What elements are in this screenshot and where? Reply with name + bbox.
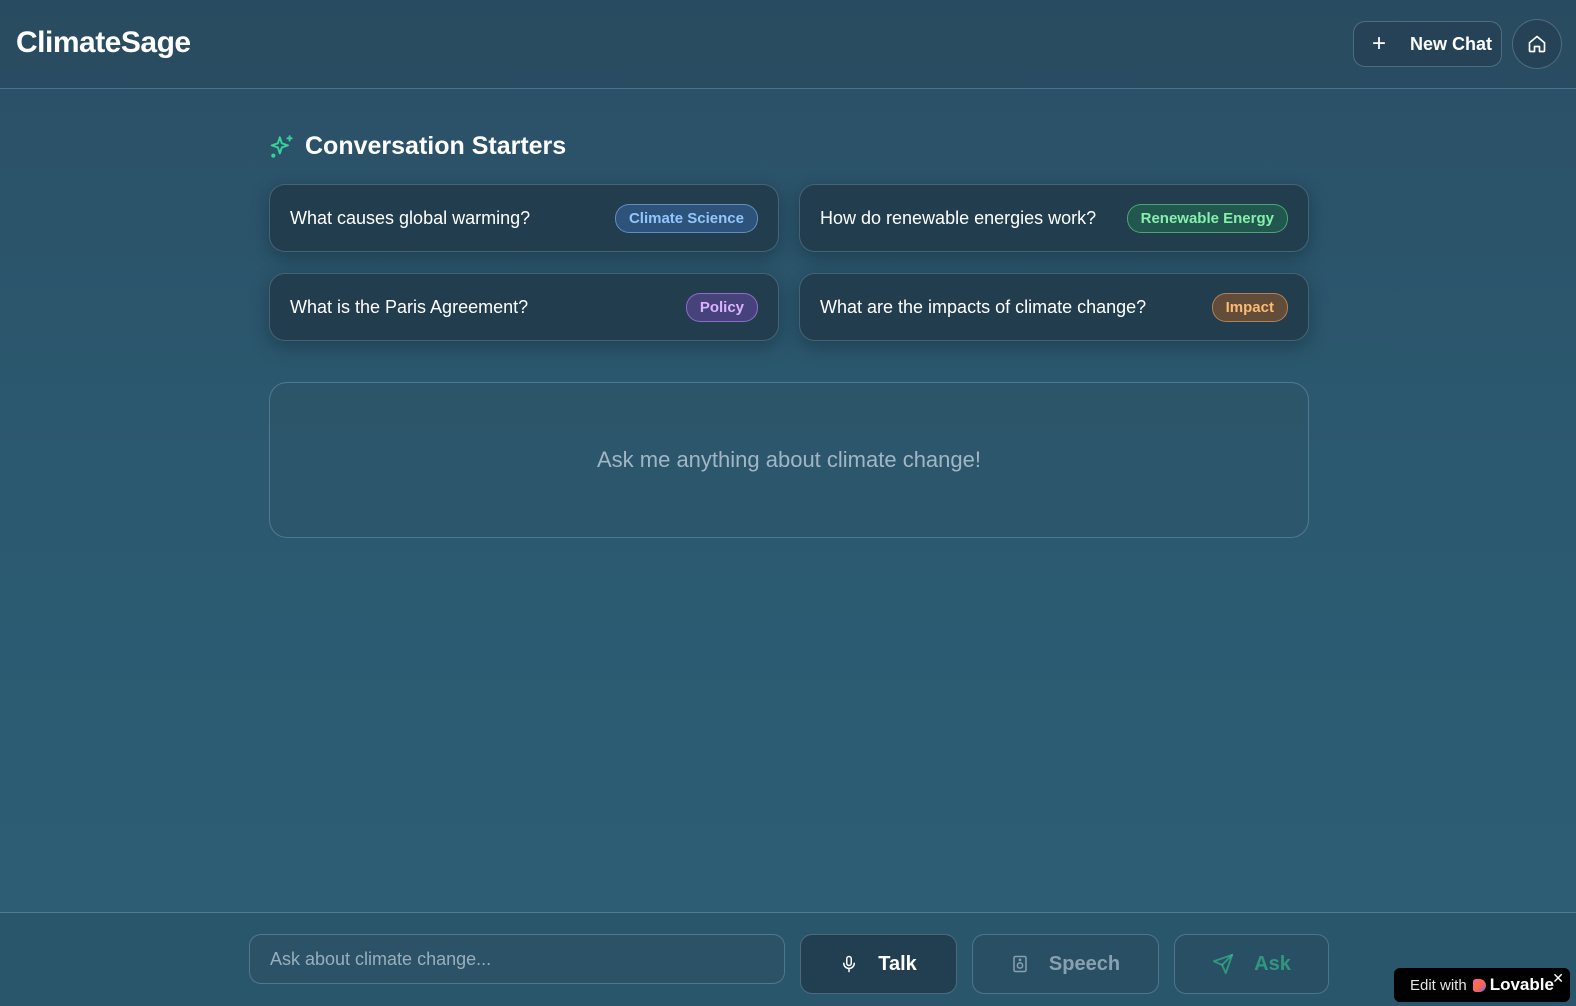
lovable-logo-icon <box>1472 978 1486 992</box>
starter-card[interactable]: What are the impacts of climate change? … <box>799 273 1309 341</box>
send-icon <box>1212 953 1234 975</box>
top-bar: ClimateSage + New Chat <box>0 0 1576 89</box>
section-title: Conversation Starters <box>305 132 567 160</box>
starter-card[interactable]: What is the Paris Agreement? Policy <box>269 273 779 341</box>
close-icon[interactable]: ✕ <box>1552 970 1564 987</box>
category-badge: Renewable Energy <box>1126 203 1288 233</box>
chat-messages-area: Ask me anything about climate change! <box>269 382 1309 538</box>
microphone-icon <box>840 954 858 974</box>
app-title: ClimateSage <box>16 26 191 59</box>
speech-button[interactable]: Speech <box>972 934 1159 994</box>
section-heading: Conversation Starters <box>269 132 566 161</box>
starter-card[interactable]: What causes global warming? Climate Scie… <box>269 184 779 252</box>
category-badge: Climate Science <box>614 203 758 233</box>
category-badge: Impact <box>1211 292 1288 322</box>
starter-card[interactable]: How do renewable energies work? Renewabl… <box>799 184 1309 252</box>
starter-question: How do renewable energies work? <box>820 207 1097 228</box>
home-button[interactable] <box>1512 19 1562 69</box>
starter-question: What is the Paris Agreement? <box>290 296 529 317</box>
ask-label: Ask <box>1254 952 1291 975</box>
home-icon <box>1528 35 1546 53</box>
sparkles-icon <box>270 134 293 158</box>
talk-button[interactable]: Talk <box>800 934 957 994</box>
badge-prefix: Edit with <box>1410 976 1467 994</box>
starter-question: What causes global warming? <box>290 207 531 228</box>
ask-button[interactable]: Ask <box>1174 934 1329 994</box>
speaker-icon <box>1011 953 1029 975</box>
badge-brand: Lovable <box>1489 975 1554 994</box>
input-bar: Talk Speech Ask <box>0 912 1576 1006</box>
starter-question: What are the impacts of climate change? <box>820 296 1147 317</box>
new-chat-label: New Chat <box>1410 33 1493 54</box>
category-badge: Policy <box>685 292 758 322</box>
edit-with-lovable-badge[interactable]: Edit with Lovable ✕ <box>1394 968 1570 1002</box>
empty-state-message: Ask me anything about climate change! <box>596 447 981 472</box>
plus-icon: + <box>1372 30 1387 57</box>
new-chat-button[interactable]: + New Chat <box>1353 21 1502 67</box>
question-input[interactable] <box>249 934 785 984</box>
speech-label: Speech <box>1048 952 1121 975</box>
talk-label: Talk <box>878 952 917 975</box>
